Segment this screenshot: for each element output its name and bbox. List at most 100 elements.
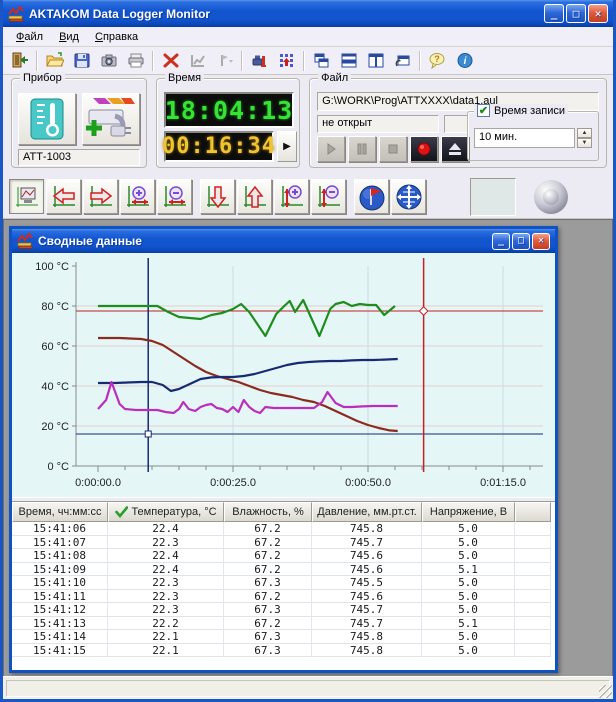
stop-button[interactable] <box>379 136 407 162</box>
svg-text:0:00:00.0: 0:00:00.0 <box>75 477 121 489</box>
resize-grip[interactable] <box>599 685 612 698</box>
main-toolbar: ?i <box>3 47 613 75</box>
tile-horizontal-icon <box>340 52 358 69</box>
table-row[interactable]: 15:41:1022.367.3745.55.0 <box>12 576 555 590</box>
zoom-x-out-button[interactable] <box>157 179 192 214</box>
eject-button[interactable] <box>441 136 469 162</box>
table-row[interactable]: 15:41:1422.167.3745.85.0 <box>12 630 555 644</box>
pause-button[interactable] <box>348 136 376 162</box>
cascade-windows-button[interactable] <box>309 49 334 73</box>
table-cell-filler <box>515 617 551 631</box>
pan-up-button[interactable] <box>237 179 272 214</box>
summary-minimize-button[interactable]: _ <box>492 233 510 250</box>
menu-help[interactable]: Справка <box>88 29 145 45</box>
table-row[interactable]: 15:41:0922.467.2745.65.1 <box>12 563 555 577</box>
table-cell: 745.7 <box>312 536 422 550</box>
help-button[interactable]: ? <box>425 49 450 73</box>
summary-close-button[interactable]: ✕ <box>532 233 550 250</box>
snapshot-button[interactable] <box>96 49 121 73</box>
menu-bar: Файл Вид Справка <box>3 27 613 47</box>
table-row[interactable]: 15:41:0722.367.2745.75.0 <box>12 536 555 550</box>
menu-view[interactable]: Вид <box>52 29 86 45</box>
toolbar-separator <box>419 51 421 71</box>
about-button[interactable]: i <box>452 49 477 73</box>
table-cell-filler <box>515 536 551 550</box>
snapshot-icon <box>100 52 118 69</box>
column-header-label: Напряжение, В <box>430 506 507 518</box>
read-data-button[interactable] <box>274 49 299 73</box>
pan-left-button[interactable] <box>46 179 81 214</box>
menu-file[interactable]: Файл <box>9 29 50 45</box>
connect-device-button[interactable] <box>82 93 140 145</box>
table-row[interactable]: 15:41:0622.467.2745.85.0 <box>12 522 555 536</box>
play-button[interactable] <box>317 136 345 162</box>
interval-spin-up[interactable]: ▲ <box>577 128 592 138</box>
table-cell: 15:41:06 <box>12 522 108 536</box>
file-indicator-box <box>444 115 468 133</box>
interval-input[interactable]: 10 мин. <box>474 128 575 148</box>
table-cell-filler <box>515 603 551 617</box>
time-expand-button[interactable]: ▶ <box>277 131 297 162</box>
table-cell: 22.1 <box>108 630 224 644</box>
maximize-button[interactable]: □ <box>566 4 586 23</box>
table-cell: 745.8 <box>312 522 422 536</box>
zoom-y-in-button[interactable] <box>274 179 309 214</box>
app-logo-icon <box>8 6 25 22</box>
zoom-x-in-button[interactable] <box>120 179 155 214</box>
chart-view-button[interactable] <box>9 179 44 214</box>
summary-maximize-button[interactable]: □ <box>512 233 530 250</box>
summary-window[interactable]: Сводные данные _ □ ✕ 100 °C80 °C60 °C40 … <box>9 226 558 673</box>
tile-horizontal-button[interactable] <box>336 49 361 73</box>
table-cell-filler <box>515 549 551 563</box>
column-header[interactable] <box>515 502 551 522</box>
delete-button[interactable] <box>158 49 183 73</box>
table-row[interactable]: 15:41:1222.367.3745.75.0 <box>12 603 555 617</box>
open-file-button[interactable] <box>42 49 67 73</box>
table-cell: 5.0 <box>422 630 515 644</box>
close-button[interactable]: ✕ <box>588 4 608 23</box>
table-cell-filler <box>515 644 551 658</box>
table-cell: 67.2 <box>224 536 312 550</box>
table-row[interactable]: 15:41:1522.167.3745.85.0 <box>12 644 555 658</box>
table-row[interactable]: 15:41:1322.267.2745.75.1 <box>12 617 555 631</box>
flag-marker-button[interactable] <box>354 179 389 214</box>
thermometer-button[interactable] <box>18 93 76 145</box>
arrange-windows-button[interactable] <box>390 49 415 73</box>
speaker-knob-button[interactable] <box>534 180 568 214</box>
pan-down-button[interactable] <box>200 179 235 214</box>
marker-menu-button[interactable] <box>212 49 237 73</box>
measurement-table: Время, чч:мм:ссТемпература, °СВлажность,… <box>12 502 555 657</box>
device-setup-button[interactable] <box>247 49 272 73</box>
print-button[interactable] <box>123 49 148 73</box>
table-row[interactable]: 15:41:1122.367.2745.65.0 <box>12 590 555 604</box>
summary-client-area: 100 °C80 °C60 °C40 °C20 °C0 °C0:00:00.00… <box>12 253 555 670</box>
help-icon: ? <box>429 52 447 69</box>
table-cell: 745.6 <box>312 549 422 563</box>
column-header[interactable]: Температура, °С <box>108 502 224 522</box>
column-header[interactable]: Напряжение, В <box>422 502 515 522</box>
svg-text:0:01:15.0: 0:01:15.0 <box>480 477 526 489</box>
table-cell: 745.7 <box>312 617 422 631</box>
toolbar-separator <box>36 51 38 71</box>
column-header[interactable]: Давление, мм.рт.ст. <box>312 502 422 522</box>
window-title: AKTAKOM Data Logger Monitor <box>29 7 544 21</box>
zoom-y-out-button[interactable] <box>311 179 346 214</box>
save-button[interactable] <box>69 49 94 73</box>
svg-text:60 °C: 60 °C <box>41 341 69 353</box>
cascade-windows-icon <box>313 52 331 69</box>
pan-right-button[interactable] <box>83 179 118 214</box>
record-button[interactable] <box>410 136 438 162</box>
copy-chart-button[interactable] <box>185 49 210 73</box>
column-header[interactable]: Время, чч:мм:сс <box>12 502 108 522</box>
minimize-button[interactable]: _ <box>544 4 564 23</box>
marker-menu-icon <box>216 52 234 69</box>
summary-title-bar: Сводные данные _ □ ✕ <box>12 229 555 253</box>
interval-spin-down[interactable]: ▼ <box>577 138 592 148</box>
exit-button[interactable] <box>7 49 32 73</box>
table-row[interactable]: 15:41:0822.467.2745.65.0 <box>12 549 555 563</box>
column-header[interactable]: Влажность, % <box>224 502 312 522</box>
trend-chart[interactable]: 100 °C80 °C60 °C40 °C20 °C0 °C0:00:00.00… <box>12 253 555 497</box>
tile-vertical-button[interactable] <box>363 49 388 73</box>
record-time-checkbox[interactable]: ✔ <box>477 104 490 117</box>
move-crosshair-button[interactable] <box>391 179 426 214</box>
